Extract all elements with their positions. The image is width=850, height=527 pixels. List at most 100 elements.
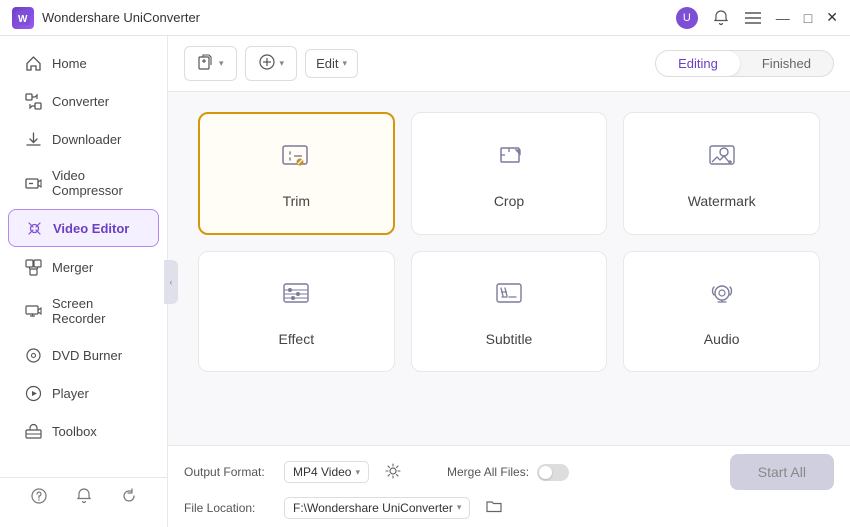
trim-icon — [278, 138, 314, 181]
editor-card-crop[interactable]: Crop — [411, 112, 608, 235]
convert-button[interactable]: ▾ — [245, 46, 298, 81]
sidebar-item-screen-recorder-label: Screen Recorder — [52, 296, 143, 326]
downloader-icon — [24, 130, 42, 148]
converter-icon — [24, 92, 42, 110]
refresh-icon[interactable] — [121, 488, 137, 509]
effect-icon — [278, 276, 314, 319]
format-chevron-icon: ▾ — [355, 467, 360, 478]
sidebar-item-converter[interactable]: Converter — [8, 83, 159, 119]
output-format-select[interactable]: MP4 Video ▾ — [284, 461, 369, 483]
maximize-button[interactable]: □ — [804, 10, 812, 26]
editor-area: Trim Crop — [168, 92, 850, 445]
bell-icon[interactable] — [712, 9, 730, 27]
sidebar-item-downloader-label: Downloader — [52, 132, 121, 147]
toolbar: ▾ ▾ Edit ▾ Editing Finished — [168, 36, 850, 92]
toggle-knob — [539, 466, 552, 479]
merge-toggle-group: Merge All Files: — [447, 464, 569, 481]
edit-label: Edit — [316, 56, 338, 71]
editor-card-trim[interactable]: Trim — [198, 112, 395, 235]
notification-icon[interactable] — [76, 488, 92, 509]
tab-group: Editing Finished — [655, 50, 834, 77]
output-format-row: Output Format: MP4 Video ▾ Merge All Fil… — [184, 454, 834, 490]
start-all-button[interactable]: Start All — [730, 454, 834, 490]
player-icon — [24, 384, 42, 402]
dvd-burner-icon — [24, 346, 42, 364]
add-chevron-icon: ▾ — [219, 58, 224, 69]
sidebar-item-toolbox-label: Toolbox — [52, 424, 97, 439]
sidebar-item-dvd-burner-label: DVD Burner — [52, 348, 122, 363]
video-compressor-icon — [24, 174, 42, 192]
merge-label: Merge All Files: — [447, 465, 529, 479]
user-icon[interactable]: U — [676, 7, 698, 29]
sidebar-collapse-button[interactable]: ‹ — [164, 260, 178, 304]
titlebar-controls: U — □ ✕ — [676, 7, 838, 29]
watermark-icon — [704, 138, 740, 181]
sidebar-item-dvd-burner[interactable]: DVD Burner — [8, 337, 159, 373]
screen-recorder-icon — [24, 302, 42, 320]
output-format-value: MP4 Video — [293, 465, 351, 479]
editor-grid: Trim Crop — [198, 112, 820, 372]
video-editor-icon — [25, 219, 43, 237]
file-location-row: File Location: F:\Wondershare UniConvert… — [184, 496, 834, 519]
sidebar-item-home-label: Home — [52, 56, 87, 71]
content-area: ▾ ▾ Edit ▾ Editing Finished — [168, 36, 850, 527]
effect-label: Effect — [279, 331, 315, 347]
sidebar: Home Converter Downloader Video Compress… — [0, 36, 168, 527]
svg-text:W: W — [18, 14, 28, 25]
sidebar-item-video-compressor-label: Video Compressor — [52, 168, 143, 198]
app-logo: W — [12, 7, 34, 29]
sidebar-item-toolbox[interactable]: Toolbox — [8, 413, 159, 449]
close-button[interactable]: ✕ — [826, 9, 838, 26]
sidebar-item-player-label: Player — [52, 386, 89, 401]
add-files-button[interactable]: ▾ — [184, 46, 237, 81]
audio-label: Audio — [704, 331, 740, 347]
merger-icon — [24, 258, 42, 276]
output-format-label: Output Format: — [184, 465, 274, 479]
format-settings-icon[interactable] — [379, 460, 407, 485]
folder-browse-icon[interactable] — [480, 496, 508, 519]
trim-label: Trim — [283, 193, 310, 209]
location-chevron-icon: ▾ — [457, 502, 462, 513]
edit-chevron-icon: ▾ — [342, 58, 347, 69]
main-layout: Home Converter Downloader Video Compress… — [0, 36, 850, 527]
help-icon[interactable] — [31, 488, 47, 509]
subtitle-label: Subtitle — [486, 331, 533, 347]
file-location-select[interactable]: F:\Wondershare UniConverter ▾ — [284, 497, 470, 519]
editor-card-subtitle[interactable]: Subtitle — [411, 251, 608, 372]
sidebar-item-screen-recorder[interactable]: Screen Recorder — [8, 287, 159, 335]
sidebar-item-video-compressor[interactable]: Video Compressor — [8, 159, 159, 207]
editor-card-audio[interactable]: Audio — [623, 251, 820, 372]
sidebar-item-converter-label: Converter — [52, 94, 109, 109]
sidebar-item-downloader[interactable]: Downloader — [8, 121, 159, 157]
edit-select[interactable]: Edit ▾ — [305, 49, 358, 78]
editor-card-effect[interactable]: Effect — [198, 251, 395, 372]
menu-icon[interactable] — [744, 9, 762, 27]
sidebar-item-merger[interactable]: Merger — [8, 249, 159, 285]
sidebar-item-player[interactable]: Player — [8, 375, 159, 411]
audio-icon — [704, 276, 740, 319]
merge-toggle-switch[interactable] — [537, 464, 569, 481]
watermark-label: Watermark — [688, 193, 756, 209]
titlebar: W Wondershare UniConverter U — □ ✕ — [0, 0, 850, 36]
subtitle-icon — [491, 276, 527, 319]
tab-editing[interactable]: Editing — [656, 51, 740, 76]
sidebar-footer — [0, 477, 167, 519]
file-location-label: File Location: — [184, 501, 274, 515]
titlebar-left: W Wondershare UniConverter — [12, 7, 200, 29]
home-icon — [24, 54, 42, 72]
sidebar-item-video-editor-label: Video Editor — [53, 221, 129, 236]
sidebar-item-video-editor[interactable]: Video Editor — [8, 209, 159, 247]
sidebar-item-home[interactable]: Home — [8, 45, 159, 81]
app-title: Wondershare UniConverter — [42, 10, 200, 25]
bottom-bar: Output Format: MP4 Video ▾ Merge All Fil… — [168, 445, 850, 527]
add-files-icon — [197, 53, 215, 74]
file-location-value: F:\Wondershare UniConverter — [293, 501, 453, 515]
crop-icon — [491, 138, 527, 181]
convert-icon — [258, 53, 276, 74]
sidebar-item-merger-label: Merger — [52, 260, 93, 275]
convert-chevron-icon: ▾ — [280, 58, 285, 69]
tab-finished[interactable]: Finished — [740, 51, 833, 76]
editor-card-watermark[interactable]: Watermark — [623, 112, 820, 235]
minimize-button[interactable]: — — [776, 10, 790, 26]
toolbox-icon — [24, 422, 42, 440]
